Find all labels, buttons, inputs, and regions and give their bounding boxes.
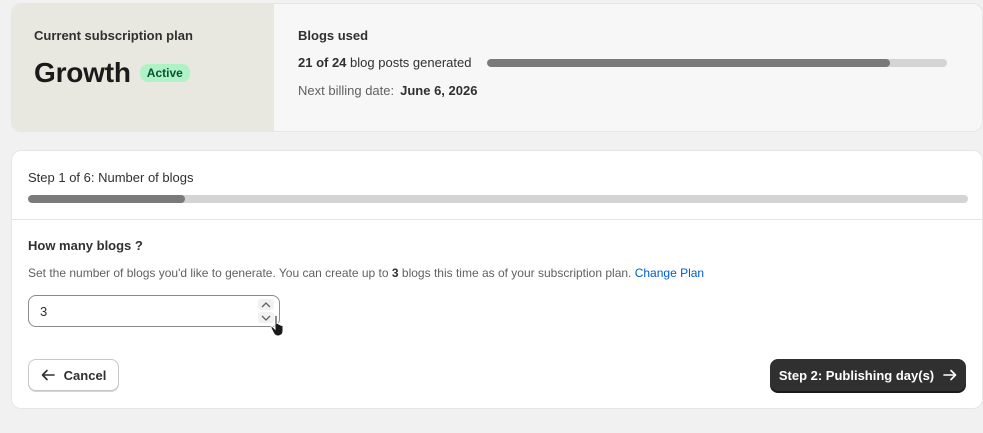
usage-row: 21 of 24 blog posts generated	[298, 55, 958, 70]
next-step-button[interactable]: Step 2: Publishing day(s)	[770, 359, 966, 391]
plan-label: Current subscription plan	[34, 28, 193, 43]
plan-name: Growth	[34, 57, 131, 88]
wizard-card: Step 1 of 6: Number of blogs How many bl…	[11, 150, 983, 409]
question-description: Set the number of blogs you'd like to ge…	[28, 266, 966, 280]
wizard-body: How many blogs ? Set the number of blogs…	[12, 220, 982, 345]
arrow-left-icon	[41, 369, 55, 381]
step-progress-fill	[28, 195, 185, 203]
usage-progress-fill	[487, 58, 890, 67]
step-label: Step 1 of 6: Number of blogs	[28, 170, 194, 185]
status-badge: Active	[139, 64, 190, 82]
chevron-up-icon	[261, 301, 271, 307]
blog-count-field	[28, 295, 280, 327]
cancel-button[interactable]: Cancel	[28, 359, 119, 391]
billing-row: Next billing date: June 6, 2026	[298, 83, 958, 98]
usage-panel: Blogs used 21 of 24 blog posts generated…	[274, 4, 982, 131]
billing-label: Next billing date:	[298, 83, 395, 98]
cancel-label: Cancel	[63, 367, 107, 383]
step-progress-bar	[28, 195, 968, 203]
change-plan-link[interactable]: Change Plan	[635, 266, 704, 280]
arrow-right-icon	[943, 369, 957, 381]
desc-suffix: blogs this time as of your subscription …	[401, 266, 632, 280]
wizard-footer: Cancel Step 2: Publishing day(s)	[28, 359, 966, 391]
desc-max: 3	[391, 266, 399, 280]
plan-row: Growth Active	[34, 57, 252, 89]
usage-title: Blogs used	[298, 28, 369, 43]
blog-count-input[interactable]	[29, 303, 239, 319]
desc-prefix: Set the number of blogs you'd like to ge…	[28, 266, 389, 280]
billing-date: June 6, 2026	[400, 83, 478, 98]
next-step-label: Step 2: Publishing day(s)	[778, 367, 935, 383]
usage-suffix: blog posts generated	[350, 55, 472, 70]
subscription-card: Current subscription plan Growth Active …	[11, 3, 983, 132]
step-header: Step 1 of 6: Number of blogs	[12, 151, 982, 220]
stepper-up-button[interactable]	[258, 299, 274, 310]
usage-count: 21 of 24	[298, 55, 347, 70]
hand-cursor-icon	[270, 314, 284, 337]
plan-panel: Current subscription plan Growth Active	[12, 4, 274, 131]
usage-progress-bar	[487, 58, 948, 67]
question-title: How many blogs ?	[28, 238, 143, 253]
